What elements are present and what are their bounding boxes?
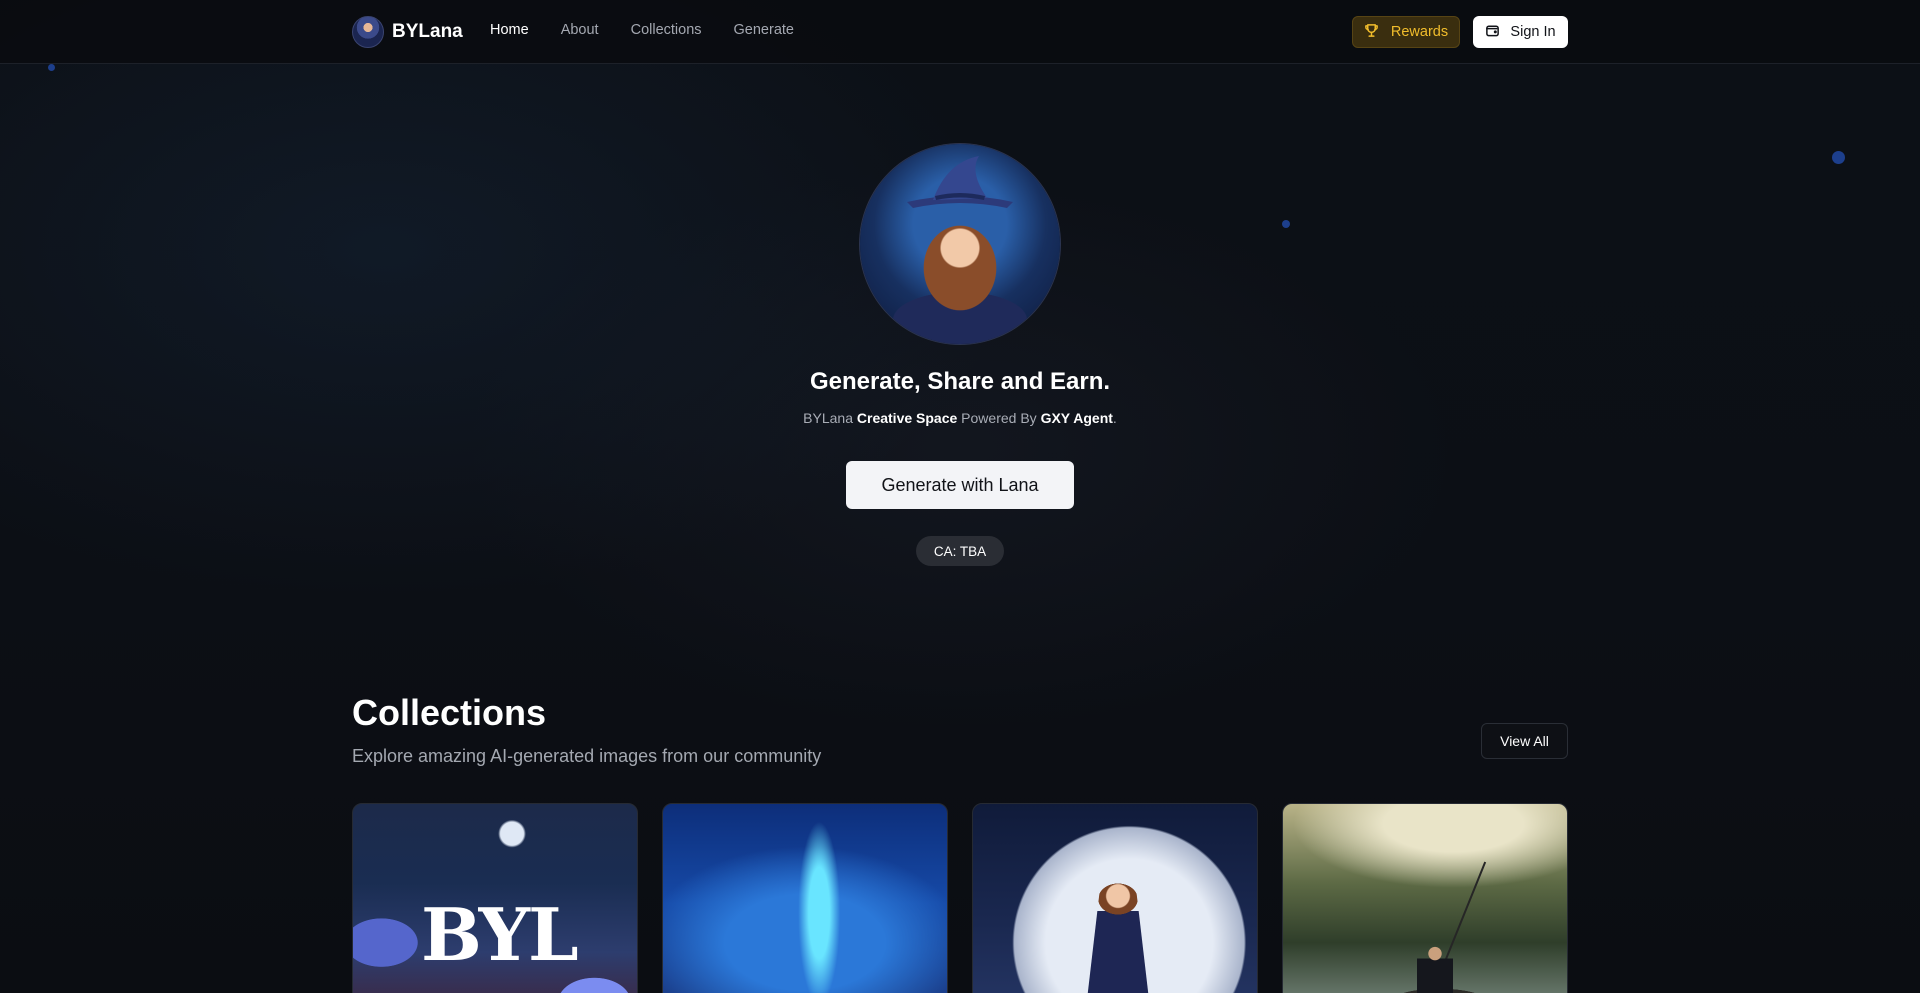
fisher-figure (1417, 944, 1453, 993)
view-all-button[interactable]: View All (1481, 723, 1568, 759)
collection-card-fishing-lake[interactable] (1282, 803, 1568, 993)
top-navigation-bar: BYLana Home About Collections Generate R… (0, 0, 1920, 64)
nav-link-generate[interactable]: Generate (734, 22, 794, 38)
contract-address-badge[interactable]: CA: TBA (916, 536, 1004, 566)
brand-link[interactable]: BYLana (352, 16, 463, 48)
collection-card-witch-moon[interactable] (972, 803, 1258, 993)
hero-subtitle-agent: GXY Agent (1040, 410, 1113, 426)
collection-card-magic-stream[interactable] (662, 803, 948, 993)
collection-card-forest-logo[interactable]: BYL (352, 803, 638, 993)
nav-link-collections[interactable]: Collections (631, 22, 702, 38)
hero-subtitle-powered: Powered By (957, 410, 1041, 426)
brand-logo-avatar (352, 16, 384, 48)
hero-subtitle: BYLana Creative Space Powered By GXY Age… (0, 410, 1920, 426)
witch-figure (1086, 854, 1150, 993)
wallet-icon (1485, 23, 1500, 42)
nav-links: Home About Collections Generate (490, 22, 794, 38)
decorative-dot (48, 64, 55, 71)
trophy-icon (1364, 23, 1379, 42)
brand-name: BYLana (392, 21, 463, 42)
nav-link-home[interactable]: Home (490, 22, 529, 38)
decorative-dot (1832, 151, 1845, 164)
hero-subtitle-creative-space: Creative Space (856, 410, 958, 426)
hero-subtitle-suffix: . (1112, 410, 1117, 426)
card-logo-text: BYL (421, 892, 579, 977)
collections-subtitle: Explore amazing AI-generated images from… (352, 746, 822, 766)
hero-subtitle-prefix: BYLana (803, 410, 857, 426)
nav-link-about[interactable]: About (561, 22, 599, 38)
hero-title: Generate, Share and Earn. (809, 368, 1111, 395)
rewards-button[interactable]: Rewards (1352, 16, 1460, 48)
collections-title: Collections (352, 692, 547, 733)
rewards-label: Rewards (1390, 24, 1449, 40)
witch-hat-icon (907, 156, 1013, 208)
decorative-dot (1282, 220, 1290, 228)
sign-in-label: Sign In (1510, 24, 1556, 40)
generate-with-lana-button[interactable]: Generate with Lana (846, 461, 1074, 509)
sign-in-button[interactable]: Sign In (1473, 16, 1568, 48)
